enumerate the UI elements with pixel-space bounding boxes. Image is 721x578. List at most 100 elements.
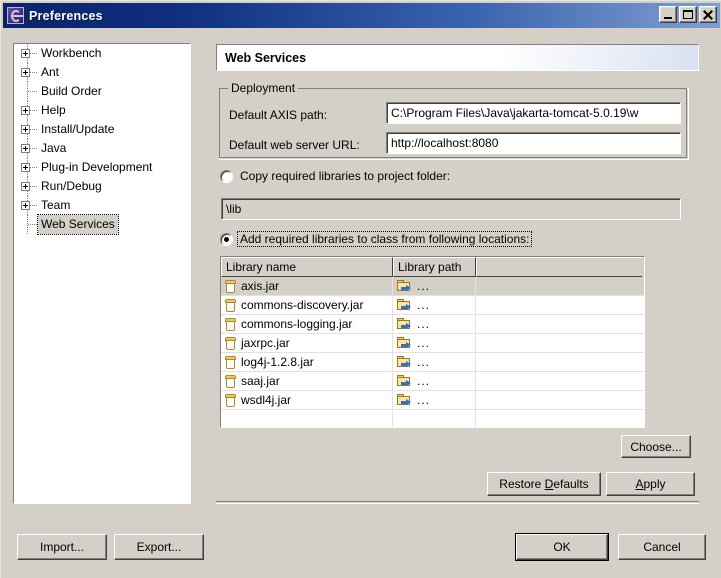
add-libraries-radio-row[interactable]: Add required libraries to class from fol… — [220, 231, 533, 247]
library-name-text: jaxrpc.jar — [241, 336, 290, 350]
table-row[interactable]: jaxrpc.jar... — [221, 334, 644, 353]
axis-path-input[interactable]: C:\Program Files\Java\jakarta-tomcat-5.0… — [386, 102, 681, 124]
tree-item-web-services[interactable]: Web Services — [14, 214, 190, 235]
export-button-label: Export... — [136, 540, 182, 554]
import-button[interactable]: Import... — [17, 534, 107, 560]
export-button[interactable]: Export... — [114, 534, 204, 560]
eclipse-globe-icon — [7, 7, 24, 24]
ok-button-label: OK — [553, 540, 571, 554]
library-name-cell: axis.jar — [221, 277, 393, 295]
window-titlebar[interactable]: Preferences — [3, 3, 720, 28]
folder-browse-icon[interactable] — [397, 374, 413, 388]
copy-libraries-radio[interactable] — [220, 169, 233, 183]
footer-separator — [216, 501, 699, 504]
minimize-button[interactable] — [659, 6, 677, 23]
preferences-dialog: Preferences Workbench Ant Build Order Help I… — [0, 0, 721, 578]
tree-item-team[interactable]: Team — [14, 196, 190, 215]
folder-browse-icon[interactable] — [397, 393, 413, 407]
column-header-2[interactable]: Library path — [393, 257, 476, 277]
library-path-cell[interactable]: ... — [393, 277, 476, 295]
table-row[interactable]: commons-discovery.jar... — [221, 296, 644, 315]
tree-item-label: Team — [41, 198, 71, 212]
library-name-text: wsdl4j.jar — [241, 393, 292, 407]
library-extra-cell — [476, 353, 642, 371]
folder-browse-icon[interactable] — [397, 317, 413, 331]
tree-item-plug-in-development[interactable]: Plug-in Development — [14, 158, 190, 177]
close-button[interactable] — [699, 6, 717, 23]
library-name-text: axis.jar — [241, 279, 280, 293]
table-row[interactable]: wsdl4j.jar... — [221, 391, 644, 410]
folder-browse-icon[interactable] — [397, 336, 413, 350]
add-libraries-radio[interactable] — [220, 232, 233, 246]
tree-expand-icon[interactable] — [18, 177, 38, 196]
table-empty-row — [221, 410, 644, 427]
close-icon — [703, 10, 713, 20]
libraries-table-body[interactable]: axis.jar... commons-discovery.jar... commo… — [221, 277, 644, 427]
libraries-table[interactable]: Library name Library path axis.jar... comm… — [220, 256, 645, 428]
tree-item-label: Java — [41, 141, 67, 155]
tree-expand-icon[interactable] — [18, 63, 38, 82]
apply-button[interactable]: Apply — [606, 472, 695, 496]
web-server-url-input[interactable]: http://localhost:8080 — [386, 132, 681, 154]
ok-button[interactable]: OK — [515, 533, 609, 561]
folder-browse-icon[interactable] — [397, 355, 413, 369]
tree-item-ant[interactable]: Ant — [14, 63, 190, 82]
tree-item-build-order[interactable]: Build Order — [14, 82, 190, 101]
copy-libraries-radio-row[interactable]: Copy required libraries to project folde… — [220, 169, 450, 183]
tree-item-help[interactable]: Help — [14, 101, 190, 120]
tree-expand-icon[interactable] — [18, 196, 38, 215]
folder-browse-icon[interactable] — [397, 298, 413, 312]
restore-defaults-label: Restore Defaults — [499, 477, 589, 491]
preferences-tree[interactable]: Workbench Ant Build Order Help Install/Updat… — [13, 43, 191, 504]
library-path-cell[interactable]: ... — [393, 315, 476, 333]
jar-icon — [225, 298, 236, 312]
table-row[interactable]: log4j-1.2.8.jar... — [221, 353, 644, 372]
column-header-3[interactable] — [476, 257, 642, 277]
libraries-table-header[interactable]: Library name Library path — [221, 257, 644, 277]
page-title-banner: Web Services — [216, 44, 699, 71]
library-path-text: ... — [417, 393, 431, 407]
library-path-cell[interactable]: ... — [393, 334, 476, 352]
copy-libraries-path-input[interactable]: \lib — [221, 198, 681, 220]
tree-item-install-update[interactable]: Install/Update — [14, 120, 190, 139]
library-extra-cell — [476, 391, 642, 409]
deployment-group-label: Deployment — [228, 81, 299, 95]
preferences-tree-list[interactable]: Workbench Ant Build Order Help Install/Updat… — [14, 44, 190, 503]
tree-item-java[interactable]: Java — [14, 139, 190, 158]
library-path-cell[interactable]: ... — [393, 391, 476, 409]
library-name-text: saaj.jar — [241, 374, 280, 388]
jar-icon — [225, 393, 236, 407]
restore-defaults-button[interactable]: Restore Defaults — [487, 472, 601, 496]
library-name-text: log4j-1.2.8.jar — [241, 355, 314, 369]
choose-button[interactable]: Choose... — [621, 435, 691, 458]
choose-button-label: Choose... — [630, 439, 682, 454]
tree-expand-icon[interactable] — [18, 120, 38, 139]
table-row[interactable]: commons-logging.jar... — [221, 315, 644, 334]
tree-item-workbench[interactable]: Workbench — [14, 44, 190, 63]
table-row[interactable]: saaj.jar... — [221, 372, 644, 391]
library-name-cell: saaj.jar — [221, 372, 393, 390]
library-path-text: ... — [417, 336, 431, 350]
library-path-cell[interactable]: ... — [393, 372, 476, 390]
cancel-button[interactable]: Cancel — [618, 534, 706, 560]
maximize-button[interactable] — [679, 6, 697, 23]
library-path-text: ... — [417, 355, 431, 369]
column-header-1[interactable]: Library name — [221, 257, 393, 277]
tree-expand-icon[interactable] — [18, 158, 38, 177]
library-name-cell: commons-discovery.jar — [221, 296, 393, 314]
tree-item-label: Run/Debug — [41, 179, 102, 193]
tree-expand-icon[interactable] — [18, 101, 38, 120]
axis-path-value: C:\Program Files\Java\jakarta-tomcat-5.0… — [391, 106, 639, 120]
library-path-cell[interactable]: ... — [393, 353, 476, 371]
tree-leaf-connector-icon — [18, 82, 38, 101]
tree-item-run-debug[interactable]: Run/Debug — [14, 177, 190, 196]
library-path-text: ... — [417, 298, 431, 312]
tree-expand-icon[interactable] — [18, 139, 38, 158]
jar-icon — [225, 374, 236, 388]
table-row[interactable]: axis.jar... — [221, 277, 644, 296]
tree-expand-icon[interactable] — [18, 44, 38, 63]
library-path-cell[interactable]: ... — [393, 296, 476, 314]
library-path-text: ... — [417, 374, 431, 388]
folder-browse-icon[interactable] — [397, 279, 413, 293]
web-server-url-label: Default web server URL: — [229, 138, 360, 152]
